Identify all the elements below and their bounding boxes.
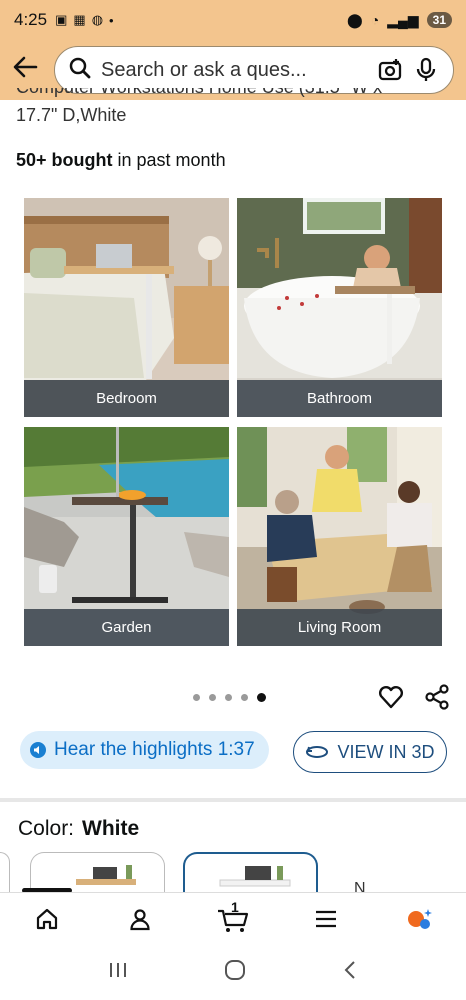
rotate-3d-icon <box>305 745 329 759</box>
speaker-icon <box>30 742 46 758</box>
color-selection-label: Color: White <box>18 817 139 841</box>
search-input[interactable]: Search or ask a ques... <box>54 46 454 94</box>
gallery-caption-bedroom: Bedroom <box>24 380 229 417</box>
menu-icon[interactable] <box>304 899 348 939</box>
app-icon: ◍ <box>91 12 104 27</box>
bought-count-rest: in past month <box>112 150 226 170</box>
status-bar: 4:25 ▣ ▦ ◍ • ⬤ ◔ ▂▄▆ 31 <box>0 0 466 40</box>
product-title-line2: 17.7" D,White <box>16 105 127 125</box>
color-value: White <box>82 817 140 840</box>
notification-icons: ▣ ▦ ◍ • <box>55 12 114 28</box>
status-time: 4:25 <box>14 10 48 29</box>
qr-icon: ▦ <box>73 12 86 27</box>
camera-scan-icon[interactable] <box>377 57 403 83</box>
gallery-caption-garden: Garden <box>24 609 229 646</box>
pagination-dot[interactable] <box>209 694 216 701</box>
search-icon <box>69 57 91 84</box>
pagination-dot[interactable] <box>241 694 248 701</box>
signal-icon: ▂▄▆ <box>387 11 419 28</box>
bought-count: 50+ bought in past month <box>16 150 226 171</box>
color-swatch-partial[interactable] <box>0 852 10 892</box>
microphone-icon[interactable] <box>413 57 439 83</box>
swatch-image-selected <box>219 866 291 887</box>
wifi-icon: ◔ <box>370 12 380 28</box>
back-icon[interactable] <box>342 960 358 985</box>
back-arrow-icon[interactable] <box>12 54 48 87</box>
home-button-icon[interactable] <box>224 959 246 986</box>
gallery-tile-living-room[interactable]: Living Room <box>237 427 442 646</box>
pagination-dot[interactable] <box>225 694 232 701</box>
battery-icon: 31 <box>426 12 452 28</box>
view-in-3d-button[interactable]: VIEW IN 3D <box>293 731 447 773</box>
swatch-image <box>76 865 136 885</box>
hear-highlights-label: Hear the highlights 1:37 <box>54 739 255 760</box>
product-title: Computer Workstations Home Use (31.5" W … <box>16 88 456 128</box>
gallery-tile-garden[interactable]: Garden <box>24 427 229 646</box>
account-icon[interactable] <box>118 899 162 939</box>
color-swatch-selected[interactable] <box>183 852 318 892</box>
system-icons: ⬤ ◔ ▂▄▆ 31 <box>347 12 452 29</box>
cart-count: 1 <box>230 898 239 915</box>
bought-count-bold: 50+ bought <box>16 150 113 170</box>
assistant-icon[interactable] <box>397 899 441 939</box>
system-navigation <box>0 944 466 1000</box>
gallery-pagination <box>193 693 266 702</box>
recent-apps-icon[interactable] <box>108 961 128 984</box>
pagination-dot-active[interactable] <box>257 693 266 702</box>
image-gallery[interactable]: Bedroom Bathroom Garden Living Room <box>24 198 442 646</box>
home-icon[interactable] <box>25 899 69 939</box>
bottom-navigation: 1 <box>0 892 466 944</box>
view-in-3d-label: VIEW IN 3D <box>337 741 435 762</box>
location-icon: ⬤ <box>347 11 363 28</box>
heart-icon[interactable] <box>378 684 404 710</box>
gallery-tile-bedroom[interactable]: Bedroom <box>24 198 229 417</box>
cart-icon[interactable]: 1 <box>211 899 255 939</box>
pagination-dot[interactable] <box>193 694 200 701</box>
more-dot-icon: • <box>109 12 114 28</box>
screenshot-icon: ▣ <box>55 12 68 27</box>
search-placeholder: Search or ask a ques... <box>101 58 307 81</box>
color-swatch-option[interactable] <box>30 852 165 892</box>
share-icon[interactable] <box>424 684 450 710</box>
color-label: Color: <box>18 817 75 840</box>
hear-highlights-button[interactable]: Hear the highlights 1:37 <box>20 731 269 769</box>
gallery-tile-bathroom[interactable]: Bathroom <box>237 198 442 417</box>
gallery-caption-living-room: Living Room <box>237 609 442 646</box>
product-title-cut-line: Computer Workstations Home Use (31.5" W … <box>16 88 382 100</box>
section-divider <box>0 798 466 802</box>
gallery-caption-bathroom: Bathroom <box>237 380 442 417</box>
